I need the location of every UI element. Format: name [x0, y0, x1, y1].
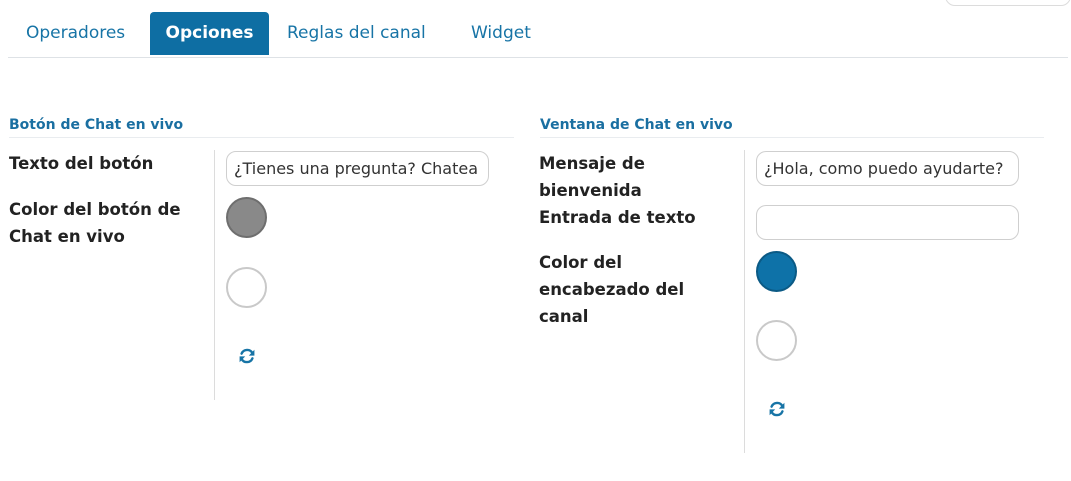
header-color-label-line2: encabezado del [539, 280, 685, 299]
button-text-label: Texto del botón [9, 154, 154, 173]
chat-window-section-title: Ventana de Chat en vivo [540, 117, 1044, 138]
header-color-label-line1: Color del [539, 253, 622, 272]
refresh-icon[interactable] [237, 346, 257, 366]
left-column-divider [214, 150, 215, 400]
right-column-divider [744, 150, 745, 453]
button-color-label-line1: Color del botón de [9, 200, 181, 219]
button-color-label-line2: Chat en vivo [9, 227, 125, 246]
welcome-label-line2: bienvenida [539, 181, 642, 200]
refresh-icon[interactable] [767, 399, 787, 419]
tab-bar: Operadores Opciones Reglas del canal Wid… [8, 12, 1068, 58]
button-text-input[interactable] [226, 151, 489, 186]
header-color-empty-swatch[interactable] [756, 320, 797, 361]
tab-operadores[interactable]: Operadores [26, 12, 125, 55]
tab-reglas-del-canal[interactable]: Reglas del canal [287, 12, 426, 55]
tab-opciones[interactable]: Opciones [150, 12, 269, 55]
tab-widget[interactable]: Widget [471, 12, 531, 55]
text-entry-input[interactable] [756, 205, 1019, 240]
header-color-swatch[interactable] [756, 251, 797, 292]
header-color-label-line3: canal [539, 307, 589, 326]
button-color-swatch[interactable] [226, 197, 267, 238]
text-input-label: Entrada de texto [539, 208, 696, 227]
chat-button-section-title: Botón de Chat en vivo [9, 117, 514, 138]
top-control-pill[interactable] [945, 0, 1071, 6]
welcome-message-input[interactable] [756, 151, 1019, 186]
welcome-label-line1: Mensaje de [539, 154, 645, 173]
button-color-empty-swatch[interactable] [226, 267, 267, 308]
